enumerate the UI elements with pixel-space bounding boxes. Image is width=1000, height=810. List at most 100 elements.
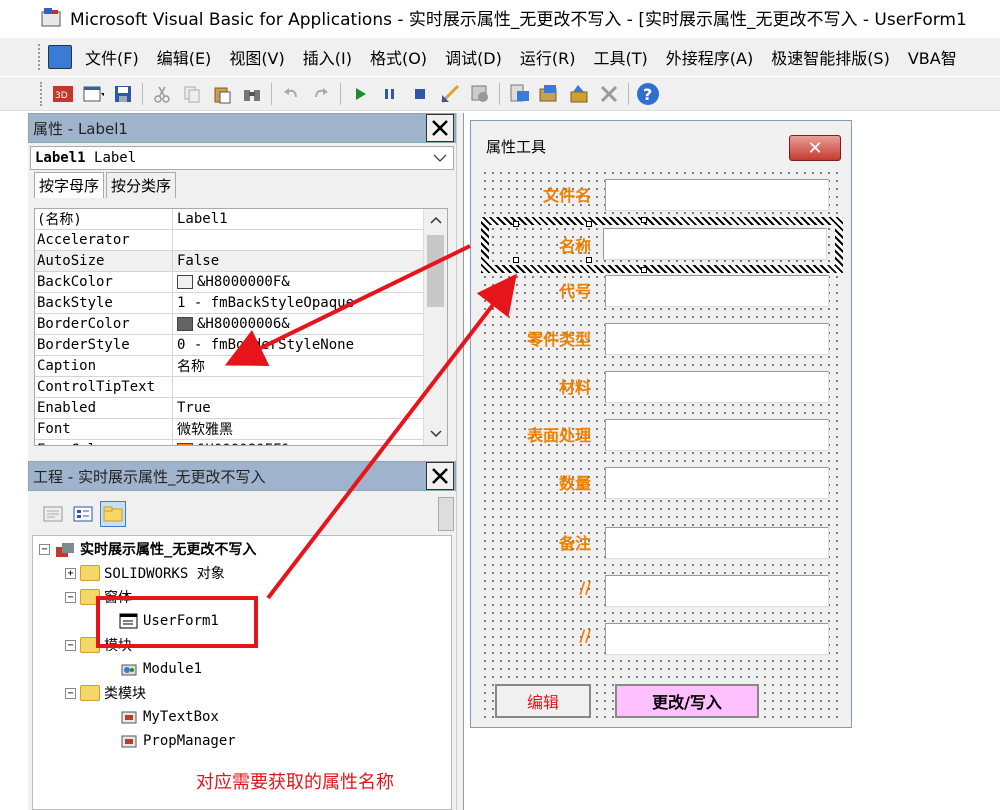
- property-row[interactable]: ControlTipText: [35, 377, 447, 398]
- property-value[interactable]: True: [173, 398, 447, 418]
- menu-addins[interactable]: 外接程序(A): [657, 45, 762, 69]
- label-quantity[interactable]: 数量: [481, 470, 591, 494]
- collapse-icon[interactable]: −: [65, 687, 76, 699]
- menu-vba-helper[interactable]: VBA智: [899, 45, 966, 69]
- excel-icon[interactable]: [48, 45, 72, 69]
- property-row[interactable]: Accelerator: [35, 230, 447, 251]
- menu-run[interactable]: 运行(R): [511, 45, 585, 69]
- resize-handle[interactable]: [513, 257, 519, 263]
- redo-icon[interactable]: [308, 81, 334, 107]
- properties-window-icon[interactable]: [506, 81, 532, 107]
- tree-node-classes[interactable]: − 类模块: [65, 682, 146, 704]
- property-row[interactable]: BorderStyle 0 - fmBorderStyleNone: [35, 335, 447, 356]
- project-explorer-icon[interactable]: [467, 81, 493, 107]
- expand-icon[interactable]: +: [65, 567, 76, 579]
- object-dropdown[interactable]: Label1 Label: [30, 146, 454, 170]
- view-excel-icon[interactable]: 3D: [50, 81, 76, 107]
- selection-frame[interactable]: 名称: [481, 217, 843, 273]
- cut-icon[interactable]: [149, 81, 175, 107]
- view-code-icon[interactable]: [40, 501, 66, 527]
- run-icon[interactable]: [347, 81, 373, 107]
- label-filename[interactable]: 文件名: [481, 182, 591, 206]
- reset-icon[interactable]: [407, 81, 433, 107]
- collapse-icon[interactable]: −: [65, 639, 76, 651]
- toolbar-grip[interactable]: [40, 81, 44, 106]
- label-extra-2[interactable]: //: [481, 626, 591, 645]
- resize-handle[interactable]: [641, 267, 647, 273]
- tree-node-module1[interactable]: Module1: [119, 658, 202, 680]
- toggle-folders-icon[interactable]: [100, 501, 126, 527]
- tree-root[interactable]: − 实时展示属性_无更改不写入: [39, 538, 256, 560]
- pane-splitter[interactable]: [456, 113, 464, 810]
- textbox-quantity[interactable]: [605, 467, 829, 499]
- collapse-icon[interactable]: −: [65, 591, 76, 603]
- property-value[interactable]: [173, 230, 447, 250]
- tree-node-mytextbox[interactable]: MyTextBox: [119, 706, 219, 728]
- properties-close-button[interactable]: [426, 114, 454, 142]
- save-icon[interactable]: [110, 81, 136, 107]
- tree-node-userform1[interactable]: UserForm1: [119, 610, 219, 632]
- tree-node-propmanager[interactable]: PropManager: [119, 730, 236, 752]
- textbox-surface[interactable]: [605, 419, 829, 451]
- textbox-filename[interactable]: [605, 179, 829, 211]
- project-close-button[interactable]: [426, 462, 454, 490]
- menu-file[interactable]: 文件(F): [76, 45, 148, 69]
- copy-icon[interactable]: [179, 81, 205, 107]
- scroll-up-icon[interactable]: [424, 209, 448, 231]
- textbox-extra-1[interactable]: [605, 575, 829, 607]
- resize-handle[interactable]: [641, 217, 647, 223]
- property-value[interactable]: 1 - fmBackStyleOpaque: [173, 293, 447, 313]
- menu-debug[interactable]: 调试(D): [436, 45, 511, 69]
- label-name-selected[interactable]: 名称: [481, 233, 591, 257]
- menu-smart-layout[interactable]: 极速智能排版(S): [762, 45, 899, 69]
- property-row[interactable]: (名称) Label1: [35, 209, 447, 230]
- property-row[interactable]: BorderColor &H80000006&: [35, 314, 447, 335]
- help-icon[interactable]: ?: [635, 81, 661, 107]
- property-row[interactable]: Caption 名称: [35, 356, 447, 377]
- property-value[interactable]: &H80000006&: [173, 314, 447, 334]
- userform-close-button[interactable]: ✕: [789, 135, 841, 161]
- resize-handle[interactable]: [513, 221, 519, 227]
- textbox-remark[interactable]: [605, 527, 829, 559]
- menu-format[interactable]: 格式(O): [361, 45, 436, 69]
- label-part-type[interactable]: 零件类型: [481, 326, 591, 350]
- tools-icon[interactable]: [596, 81, 622, 107]
- paste-icon[interactable]: [209, 81, 235, 107]
- property-value[interactable]: [173, 377, 447, 397]
- toolbox-icon[interactable]: [566, 81, 592, 107]
- label-extra-1[interactable]: //: [481, 578, 591, 597]
- textbox-extra-2[interactable]: [605, 623, 829, 655]
- property-row[interactable]: BackColor &H8000000F&: [35, 272, 447, 293]
- property-scrollbar[interactable]: [423, 209, 447, 445]
- property-value[interactable]: Label1: [173, 209, 447, 229]
- find-icon[interactable]: [239, 81, 265, 107]
- property-value[interactable]: False▼: [173, 251, 447, 271]
- label-remark[interactable]: 备注: [481, 530, 591, 554]
- property-value[interactable]: &H8000000F&: [173, 272, 447, 292]
- property-value[interactable]: 微软雅黑: [173, 419, 447, 439]
- property-row[interactable]: Enabled True: [35, 398, 447, 419]
- textbox-part-type[interactable]: [605, 323, 829, 355]
- collapse-icon[interactable]: −: [39, 543, 50, 555]
- property-row[interactable]: BackStyle 1 - fmBackStyleOpaque: [35, 293, 447, 314]
- menu-view[interactable]: 视图(V): [220, 45, 293, 69]
- textbox-name-overlay[interactable]: [603, 228, 827, 260]
- tab-alphabetic[interactable]: 按字母序: [34, 172, 105, 198]
- view-object-icon[interactable]: [70, 501, 96, 527]
- menu-edit[interactable]: 编辑(E): [148, 45, 221, 69]
- property-row[interactable]: ForeColor&H000080FF&: [35, 440, 447, 445]
- textbox-code[interactable]: [605, 275, 829, 307]
- tree-node-forms[interactable]: − 窗体: [65, 586, 132, 608]
- label-code[interactable]: 代号: [481, 278, 591, 302]
- tree-node-solidworks[interactable]: + SOLIDWORKS 对象: [65, 562, 225, 584]
- write-button[interactable]: 更改/写入: [615, 684, 759, 718]
- object-browser-icon[interactable]: [536, 81, 562, 107]
- property-row[interactable]: AutoSizeFalse▼: [35, 251, 447, 272]
- tab-categorized[interactable]: 按分类序: [106, 172, 177, 198]
- undo-icon[interactable]: [278, 81, 304, 107]
- label-material[interactable]: 材料: [481, 374, 591, 398]
- menu-tools[interactable]: 工具(T): [584, 45, 656, 69]
- property-value[interactable]: 名称: [173, 356, 447, 376]
- label-surface[interactable]: 表面处理: [481, 422, 591, 446]
- property-value[interactable]: &H000080FF&: [173, 440, 447, 445]
